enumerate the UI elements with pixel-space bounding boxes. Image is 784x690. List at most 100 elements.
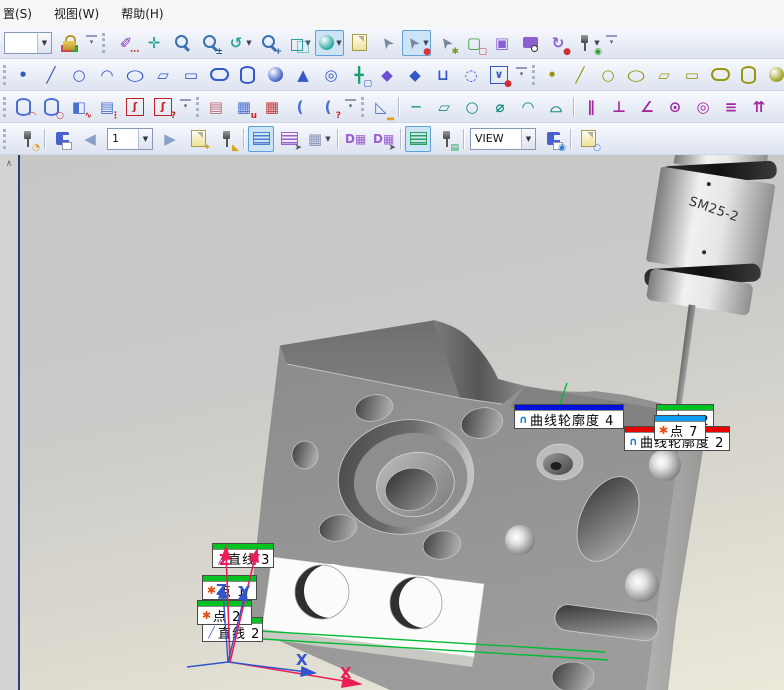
- view-combo[interactable]: VIEW ▼: [470, 127, 536, 150]
- save-program-button[interactable]: [49, 126, 75, 152]
- auto-run-button[interactable]: ◔: [14, 126, 40, 152]
- measure-plane-button[interactable]: ▱: [150, 62, 176, 88]
- scan-report-button[interactable]: ▤: [203, 94, 229, 120]
- measure-slot-button[interactable]: [206, 62, 232, 88]
- menu-item-1[interactable]: 视图(W): [54, 0, 110, 27]
- measure-sphere-button[interactable]: [262, 62, 288, 88]
- dropdown-arrow-icon[interactable]: ▼: [324, 135, 332, 143]
- gdt-concentricity-button[interactable]: ⊙: [662, 94, 688, 120]
- scan-solid-button[interactable]: ◧ ∿: [66, 94, 92, 121]
- gdt-total-runout-button[interactable]: ⇈: [746, 94, 772, 120]
- toolbar-overflow-icon[interactable]: ▾: [516, 67, 527, 82]
- select-star-button[interactable]: ➤ ✱: [433, 30, 459, 56]
- rotate-points-button[interactable]: ↻ ●: [545, 30, 571, 57]
- measure-rectangle-button[interactable]: ▭: [178, 62, 204, 88]
- measure-point-button[interactable]: •: [10, 62, 36, 88]
- workpiece-combo[interactable]: ▼: [4, 31, 52, 54]
- gdt-flatness-button[interactable]: ▱: [431, 94, 457, 120]
- measure-cylinder-button[interactable]: [234, 62, 260, 88]
- pan-view-button[interactable]: ✛: [141, 30, 167, 56]
- scan-lines-button[interactable]: ▤ ⋮: [94, 94, 120, 121]
- note-button[interactable]: [346, 30, 372, 56]
- scroll-up-icon[interactable]: ∧: [0, 159, 18, 169]
- section-curve-button[interactable]: (: [287, 94, 313, 120]
- select-arrow-button[interactable]: ➤: [374, 30, 400, 56]
- show-report-labels-button[interactable]: [405, 125, 431, 152]
- window-view-button[interactable]: ▣: [489, 30, 515, 56]
- measure-cone-button[interactable]: ▲: [290, 62, 316, 88]
- menu-item-2[interactable]: 帮助(H): [121, 0, 174, 27]
- measure-vgroove-button[interactable]: ∨ ●: [486, 62, 512, 88]
- run-number-combo[interactable]: 1 ▼: [107, 127, 153, 150]
- show-labels-button[interactable]: [248, 125, 274, 152]
- step-back-button[interactable]: ◀: [77, 126, 103, 152]
- toolbar-grip[interactable]: [102, 32, 109, 53]
- dropdown-arrow-icon[interactable]: ▼: [37, 32, 51, 53]
- run-part-button[interactable]: ◣: [213, 126, 239, 152]
- toolbar-grip[interactable]: [361, 96, 364, 117]
- nominal-ellipse-button[interactable]: ○: [623, 62, 649, 88]
- select-point-button[interactable]: ➤ ● ▼: [402, 29, 431, 56]
- scan-circle-button[interactable]: ○: [38, 94, 64, 120]
- scan-unknown-curve-button[interactable]: ʃ?: [150, 94, 176, 120]
- find-feature-button[interactable]: ○: [575, 126, 601, 152]
- toolbar-grip[interactable]: [532, 64, 535, 85]
- rotate-view-mode-button[interactable]: ↺ ▼: [225, 30, 254, 56]
- dimension-pick-button[interactable]: D▦ ➤: [370, 126, 396, 153]
- dropdown-arrow-icon[interactable]: ▼: [138, 128, 152, 149]
- gdt-circular-runout-button[interactable]: ↑: [774, 94, 784, 120]
- point-7-label[interactable]: ✱ 点 7: [654, 415, 706, 440]
- nominal-plane-button[interactable]: ▱: [651, 62, 677, 88]
- zoom-pan-button[interactable]: +: [256, 30, 282, 56]
- grid-surface-button[interactable]: ▦: [259, 94, 285, 120]
- dimension-info-button[interactable]: D▦: [342, 126, 368, 152]
- dropdown-arrow-icon[interactable]: ▼: [335, 39, 343, 47]
- measure-torus-button[interactable]: ◎: [318, 62, 344, 88]
- gdt-surface-profile-button[interactable]: ⌓: [543, 94, 569, 120]
- gdt-angularity-button[interactable]: ∠: [634, 94, 660, 120]
- new-part-button[interactable]: ✦: [185, 126, 211, 152]
- nominal-sphere-button[interactable]: [763, 62, 784, 88]
- gdt-coaxiality-button[interactable]: ◎: [690, 94, 716, 120]
- measure-arc-button[interactable]: ◠: [94, 62, 120, 88]
- measure-circle-button[interactable]: ○: [66, 62, 92, 88]
- toolbar-overflow-icon[interactable]: ▾: [345, 99, 356, 114]
- toolbar-overflow-icon[interactable]: ▾: [606, 35, 617, 50]
- probe-path-button[interactable]: ✐ ⋯: [113, 30, 139, 57]
- curve-profile-4-label[interactable]: ∩ 曲线轮廓度 4: [514, 404, 624, 429]
- dropdown-arrow-icon[interactable]: ▼: [593, 39, 601, 47]
- toolbar-grip[interactable]: [3, 128, 10, 149]
- save-view-button[interactable]: ◉: [540, 126, 566, 152]
- toolbar-grip[interactable]: [3, 64, 6, 85]
- measure-line-button[interactable]: ╱: [38, 62, 64, 88]
- gdt-cylindricity-button[interactable]: ⌀: [487, 94, 513, 120]
- zoom-in-out-button[interactable]: ±: [197, 30, 223, 56]
- nominal-slot-button[interactable]: [707, 62, 733, 88]
- uv-surface-button[interactable]: ▦ u: [231, 94, 257, 121]
- toolbar-grip[interactable]: [196, 96, 199, 117]
- gdt-straightness-button[interactable]: ─: [403, 94, 429, 120]
- iso-view-button[interactable]: ▼: [284, 30, 313, 56]
- gdt-symmetry-button[interactable]: ≡: [718, 94, 744, 120]
- zoom-window-button[interactable]: [169, 30, 195, 56]
- shaded-view-button[interactable]: ▼: [315, 29, 344, 56]
- snapshot-button[interactable]: [517, 30, 543, 56]
- nominal-cylinder-button[interactable]: [735, 62, 761, 88]
- measure-ellipse-button[interactable]: ○: [122, 62, 148, 88]
- point-2-label[interactable]: ✱ 点 2: [197, 600, 252, 625]
- nominal-point-button[interactable]: •: [539, 62, 565, 88]
- dropdown-arrow-icon[interactable]: ▼: [245, 39, 253, 47]
- nominal-line-button[interactable]: ╱: [567, 62, 593, 88]
- step-forward-button[interactable]: ▶: [157, 126, 183, 152]
- dropdown-arrow-icon[interactable]: ▼: [521, 128, 535, 149]
- label-grid-button[interactable]: ▦ ▼: [304, 126, 333, 152]
- pick-label-button[interactable]: ➤: [276, 126, 302, 152]
- section-unknown-button[interactable]: (?: [315, 94, 341, 121]
- probe-label-button[interactable]: ▤: [433, 126, 459, 152]
- gdt-line-profile-button[interactable]: ◠: [515, 94, 541, 120]
- measure-notch-button[interactable]: ⊔: [430, 62, 456, 88]
- calibrate-ruler-button[interactable]: ◺ ▂: [368, 94, 394, 121]
- toolbar-overflow-icon[interactable]: ▾: [86, 35, 97, 50]
- nominal-circle-button[interactable]: ○: [595, 62, 621, 88]
- measure-coordsys-button[interactable]: ╋ ▢: [346, 62, 372, 89]
